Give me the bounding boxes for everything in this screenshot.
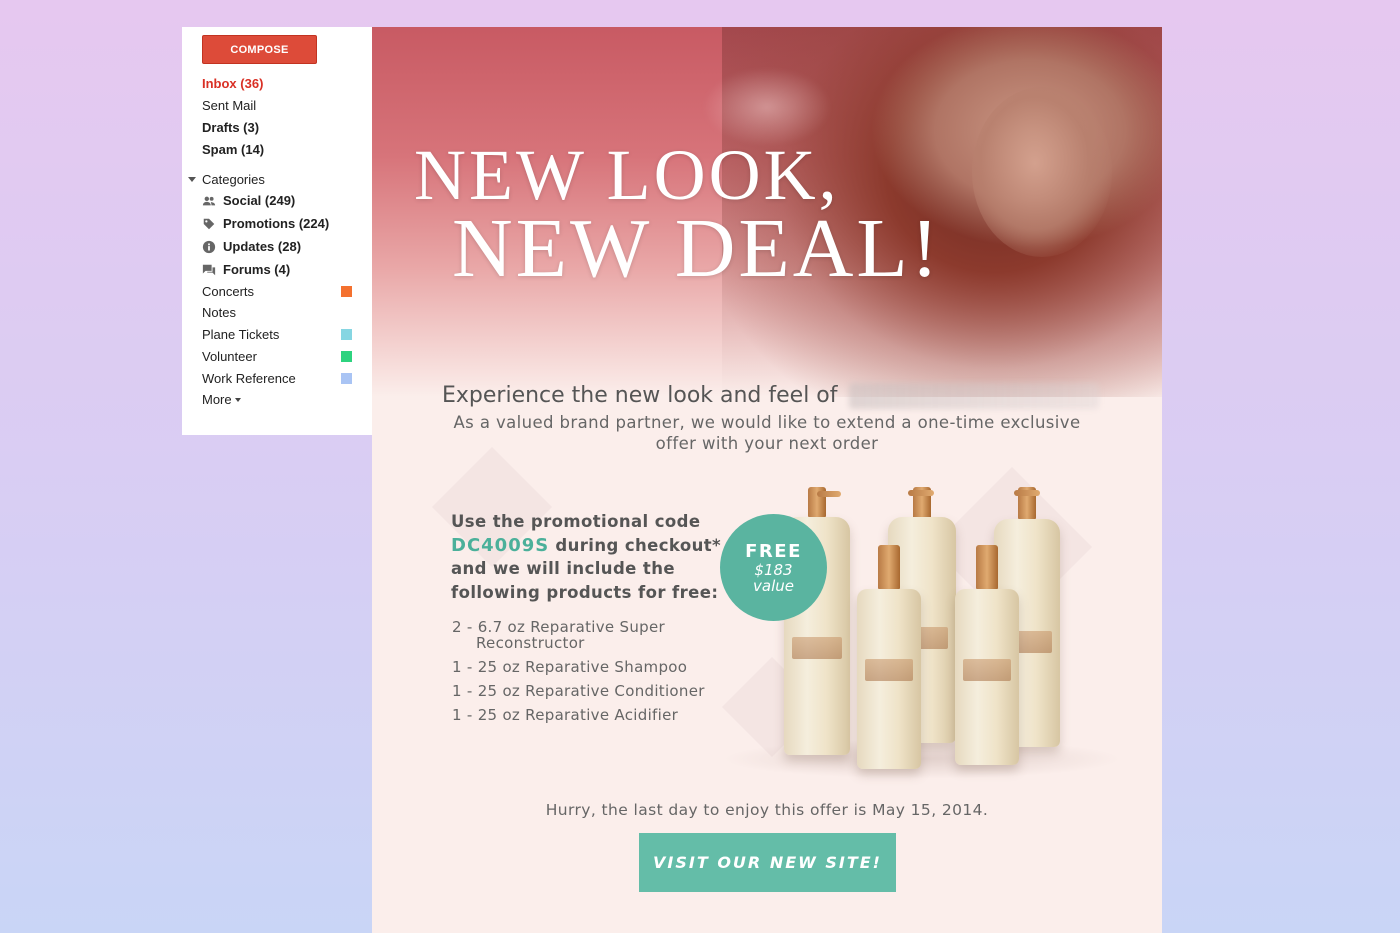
label-color-swatch — [341, 329, 352, 340]
sidebar-item-spam[interactable]: Spam (14) — [202, 142, 264, 157]
badge-free: FREE — [745, 541, 802, 562]
list-item: 1 - 25 oz Reparative Conditioner — [452, 683, 732, 699]
promo-code: DC4009S — [451, 534, 550, 556]
list-item: 1 - 25 oz Reparative Acidifier — [452, 707, 732, 723]
categories-toggle[interactable]: Categories — [188, 172, 265, 187]
headline-line-1: NEW LOOK, — [414, 135, 840, 215]
sidebar-label-plane-tickets[interactable]: Plane Tickets — [202, 327, 352, 342]
sidebar-item-social[interactable]: Social (249) — [202, 193, 295, 208]
sidebar-label-concerts[interactable]: Concerts — [202, 284, 352, 299]
experience-heading: Experience the new look and feel of — [442, 383, 1099, 409]
brand-name-redacted — [848, 383, 1099, 409]
promo-line-3: and we will include the — [451, 559, 675, 578]
more-label: More — [202, 392, 232, 407]
sidebar-label-work-reference[interactable]: Work Reference — [202, 371, 352, 386]
label-color-swatch — [341, 286, 352, 297]
badge-value-label: value — [753, 577, 794, 595]
label-text: Notes — [202, 305, 236, 320]
more-labels-toggle[interactable]: More — [202, 392, 241, 407]
hero-headline: NEW LOOK, NEW DEAL! — [412, 139, 1052, 291]
headline-line-2: NEW DEAL! — [452, 202, 942, 295]
offer-deadline-text: Hurry, the last day to enjoy this offer … — [545, 801, 989, 819]
product-bottle-reconstructor — [857, 545, 921, 769]
sidebar-item-promotions[interactable]: Promotions (224) — [202, 216, 329, 231]
visit-site-button[interactable]: VISIT OUR NEW SITE! — [639, 833, 896, 892]
experience-heading-text: Experience the new look and feel of — [442, 383, 838, 408]
info-icon — [202, 240, 216, 253]
sidebar-item-label: Social (249) — [223, 193, 296, 208]
partner-message: As a valued brand partner, we would like… — [372, 412, 1162, 454]
free-products-list: 2 - 6.7 oz Reparative Super Reconstructo… — [452, 619, 732, 731]
promo-line-2-rest: during checkout* — [549, 535, 722, 555]
partner-message-line-1: As a valued brand partner, we would like… — [453, 413, 1081, 432]
free-value-badge: FREE $183 value — [720, 514, 827, 621]
label-text: Volunteer — [202, 349, 257, 364]
sidebar-label-notes[interactable]: Notes — [202, 305, 352, 320]
badge-value-amount: $183 — [754, 561, 793, 579]
sidebar-item-label: Promotions (224) — [223, 216, 330, 231]
hero-banner: NEW LOOK, NEW DEAL! — [372, 27, 1162, 397]
sidebar-item-forums[interactable]: Forums (4) — [202, 262, 290, 277]
chat-icon — [202, 264, 216, 275]
sidebar-item-updates[interactable]: Updates (28) — [202, 239, 301, 254]
label-color-swatch — [341, 351, 352, 362]
chevron-down-icon — [234, 397, 241, 402]
sidebar-label-volunteer[interactable]: Volunteer — [202, 349, 352, 364]
product-shadow — [722, 739, 1122, 779]
chevron-down-icon — [188, 177, 196, 182]
label-text: Work Reference — [202, 371, 296, 386]
product-line: 1 - 25 oz Reparative Shampoo — [452, 658, 688, 676]
promo-line-4: following products for free: — [451, 582, 719, 602]
people-icon — [202, 196, 216, 205]
tag-icon — [203, 218, 215, 229]
product-line: 1 - 25 oz Reparative Acidifier — [452, 706, 679, 724]
sidebar-item-label: Forums (4) — [223, 262, 291, 277]
categories-label: Categories — [202, 172, 265, 187]
list-item: 1 - 25 oz Reparative Shampoo — [452, 659, 732, 675]
list-item: 2 - 6.7 oz Reparative Super Reconstructo… — [452, 619, 732, 651]
compose-button[interactable]: COMPOSE — [202, 35, 317, 64]
partner-message-line-2: offer with your next order — [655, 434, 879, 453]
sidebar-item-label: Updates (28) — [223, 239, 302, 254]
promo-line-2: DC4009S during checkout* — [451, 534, 731, 558]
email-body: NEW LOOK, NEW DEAL! Experience the new l… — [372, 27, 1162, 933]
product-line: 1 - 25 oz Reparative Conditioner — [452, 682, 705, 700]
sidebar-item-drafts[interactable]: Drafts (3) — [202, 120, 259, 135]
label-color-swatch — [341, 373, 352, 384]
promo-code-text: Use the promotional code DC4009S during … — [451, 510, 731, 604]
gmail-sidebar: COMPOSE Inbox (36) Sent Mail Drafts (3) … — [182, 27, 372, 435]
product-line-cont: Reconstructor — [476, 634, 585, 652]
label-text: Concerts — [202, 284, 255, 299]
label-text: Plane Tickets — [202, 327, 280, 342]
promo-line-1: Use the promotional code — [451, 512, 701, 531]
sidebar-item-inbox[interactable]: Inbox (36) — [202, 76, 263, 91]
product-bottle-reconstructor-2 — [955, 545, 1019, 765]
sidebar-item-sent[interactable]: Sent Mail — [202, 98, 256, 113]
